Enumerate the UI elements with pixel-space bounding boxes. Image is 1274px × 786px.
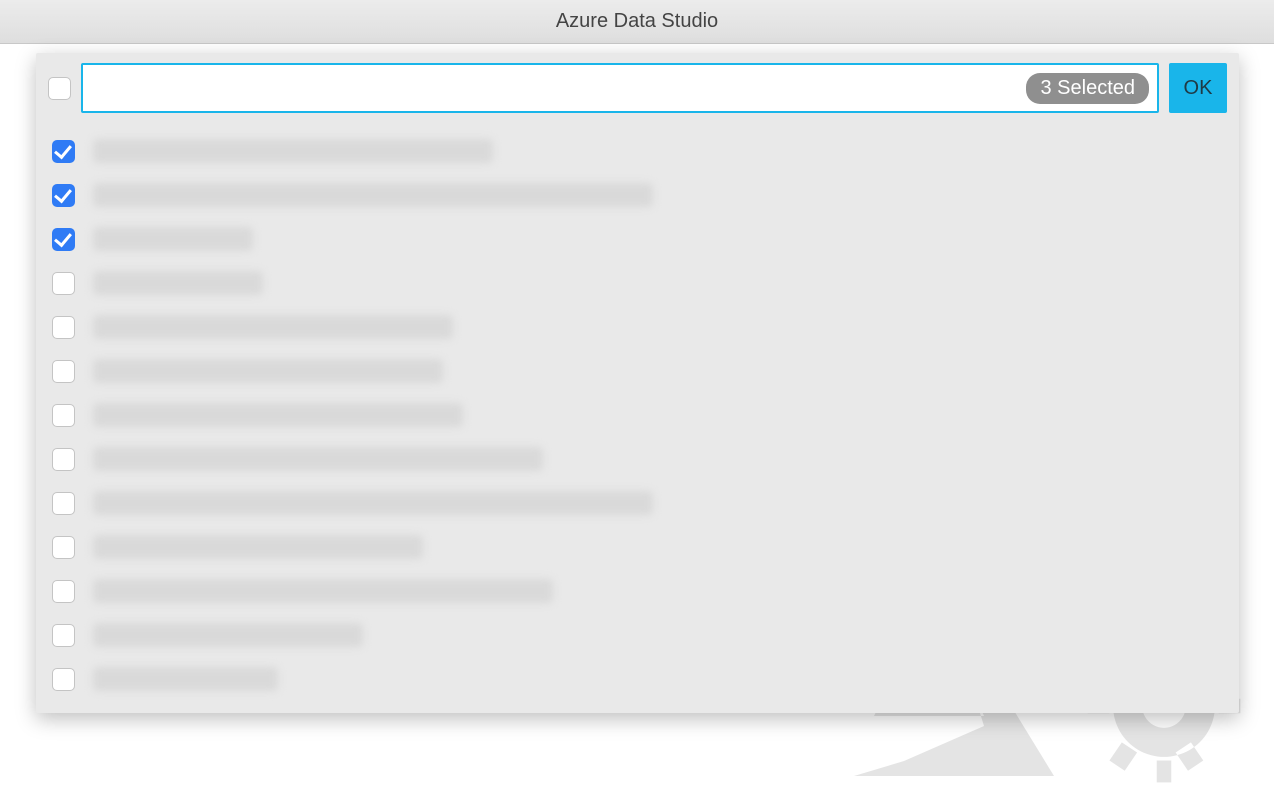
list-item[interactable] (48, 525, 1227, 569)
search-field-wrapper: 3 Selected (81, 63, 1159, 113)
item-checkbox[interactable] (52, 404, 75, 427)
window-title: Azure Data Studio (556, 10, 718, 33)
item-checkbox[interactable] (52, 228, 75, 251)
item-checkbox[interactable] (52, 184, 75, 207)
item-label-redacted (93, 535, 423, 559)
list-item[interactable] (48, 437, 1227, 481)
item-checkbox[interactable] (52, 624, 75, 647)
item-label-redacted (93, 315, 453, 339)
select-all-checkbox[interactable] (48, 77, 71, 100)
list-item[interactable] (48, 129, 1227, 173)
selected-count-badge: 3 Selected (1026, 73, 1149, 104)
item-label-redacted (93, 139, 493, 163)
item-checkbox[interactable] (52, 580, 75, 603)
item-checkbox[interactable] (52, 492, 75, 515)
item-label-redacted (93, 227, 253, 251)
search-row: 3 Selected OK (48, 63, 1227, 113)
title-bar: Azure Data Studio (0, 0, 1274, 44)
item-checkbox[interactable] (52, 272, 75, 295)
item-label-redacted (93, 359, 443, 383)
item-label-redacted (93, 623, 363, 647)
items-list (48, 123, 1227, 701)
list-item[interactable] (48, 173, 1227, 217)
item-checkbox[interactable] (52, 668, 75, 691)
list-item[interactable] (48, 481, 1227, 525)
selection-panel: 3 Selected OK (36, 53, 1239, 713)
list-item[interactable] (48, 217, 1227, 261)
item-label-redacted (93, 579, 553, 603)
item-label-redacted (93, 491, 653, 515)
item-label-redacted (93, 447, 543, 471)
item-checkbox[interactable] (52, 316, 75, 339)
list-item[interactable] (48, 349, 1227, 393)
list-item[interactable] (48, 569, 1227, 613)
list-item[interactable] (48, 657, 1227, 701)
item-checkbox[interactable] (52, 360, 75, 383)
item-checkbox[interactable] (52, 140, 75, 163)
item-label-redacted (93, 271, 263, 295)
item-checkbox[interactable] (52, 536, 75, 559)
list-item[interactable] (48, 613, 1227, 657)
list-item[interactable] (48, 261, 1227, 305)
item-label-redacted (93, 183, 653, 207)
ok-button[interactable]: OK (1169, 63, 1227, 113)
item-label-redacted (93, 403, 463, 427)
list-item[interactable] (48, 393, 1227, 437)
item-label-redacted (93, 667, 278, 691)
list-item[interactable] (48, 305, 1227, 349)
search-input[interactable] (95, 78, 1026, 99)
item-checkbox[interactable] (52, 448, 75, 471)
